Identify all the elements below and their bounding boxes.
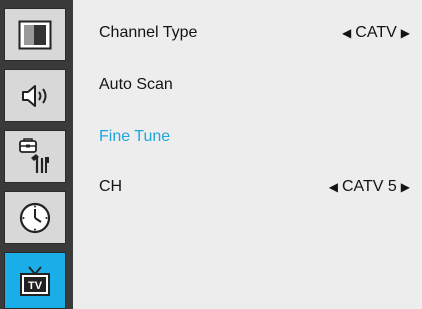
clock-icon xyxy=(18,201,52,235)
picture-icon xyxy=(18,20,52,50)
tv-icon: TV xyxy=(18,264,52,298)
osd-menu: TV Channel Type ◀ CATV ▶ Auto Scan Fine … xyxy=(0,0,422,309)
menu-item-label: Channel Type xyxy=(99,24,198,41)
tab-picture[interactable] xyxy=(4,8,66,61)
sound-icon xyxy=(18,81,52,111)
tv-icon-label: TV xyxy=(28,280,43,292)
left-arrow-icon[interactable]: ◀ xyxy=(342,26,351,40)
tab-time[interactable] xyxy=(4,191,66,244)
setup-tools-icon xyxy=(15,137,55,177)
channel-type-selector[interactable]: ◀ CATV ▶ xyxy=(342,24,410,42)
right-arrow-icon[interactable]: ▶ xyxy=(401,180,410,194)
menu-item-auto-scan[interactable]: Auto Scan xyxy=(99,73,410,97)
menu-item-fine-tune[interactable]: Fine Tune xyxy=(99,125,410,149)
tab-sound[interactable] xyxy=(4,69,66,122)
menu-item-channel-type[interactable]: Channel Type ◀ CATV ▶ xyxy=(99,21,410,45)
tab-tv[interactable]: TV xyxy=(4,252,66,309)
ch-value: CATV 5 xyxy=(341,178,397,195)
tab-setup[interactable] xyxy=(4,130,66,183)
sidebar: TV xyxy=(0,0,73,309)
menu-item-ch[interactable]: CH ◀ CATV 5 ▶ xyxy=(99,175,410,199)
right-arrow-icon[interactable]: ▶ xyxy=(401,26,410,40)
menu-item-label: CH xyxy=(99,178,123,195)
ch-selector[interactable]: ◀ CATV 5 ▶ xyxy=(329,178,410,196)
left-arrow-icon[interactable]: ◀ xyxy=(329,180,338,194)
menu-item-label: Auto Scan xyxy=(99,76,173,93)
channel-type-value: CATV xyxy=(355,24,397,41)
menu-item-label: Fine Tune xyxy=(99,128,171,145)
